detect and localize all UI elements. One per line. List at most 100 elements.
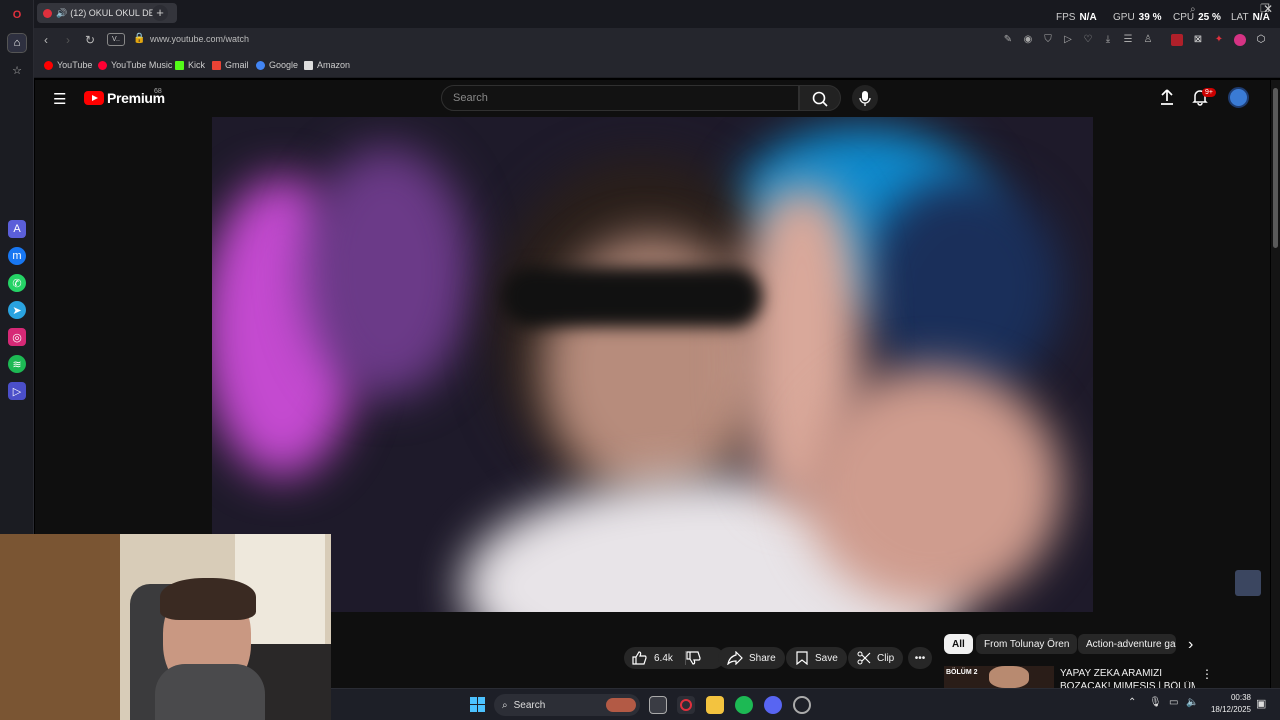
bookmark-youtube-music[interactable]: YouTube Music: [98, 60, 172, 70]
recommended-title-line2[interactable]: BOZACAK! MIMESIS | BÖLÜM 2: [1060, 681, 1195, 688]
download-icon[interactable]: ⤓: [1102, 34, 1114, 46]
chip-category[interactable]: Action-adventure ga: [1078, 634, 1176, 654]
youtube-premium-logo[interactable]: Premium 68: [84, 88, 165, 106]
recommended-title-line1[interactable]: YAPAY ZEKA ARAMIZI: [1060, 668, 1162, 679]
taskbar-search[interactable]: ⌕ Search: [494, 694, 640, 716]
bookmark-icon: [796, 651, 808, 665]
file-explorer-icon[interactable]: [706, 696, 724, 714]
tab-title: (12) OKUL OKUL DEĞİ: [70, 8, 165, 18]
microphone-icon: [859, 91, 871, 106]
whatsapp-icon[interactable]: ✆: [8, 274, 26, 292]
heart-icon[interactable]: ♡: [1082, 34, 1094, 46]
bookmark-gmail[interactable]: Gmail: [212, 60, 249, 70]
thumbnail-badge: BÖLÜM 2: [946, 669, 978, 676]
pinboard-icon[interactable]: ☆: [8, 61, 26, 79]
mic-tray-icon[interactable]: 🎙: [1149, 697, 1162, 708]
home-icon[interactable]: ⌂: [7, 33, 27, 53]
list-icon[interactable]: ☰: [1122, 34, 1134, 46]
chip-all[interactable]: All: [944, 634, 973, 654]
site-info-badge[interactable]: V..: [107, 33, 125, 46]
clip-label: Clip: [877, 652, 895, 664]
close-window-icon[interactable]: ✕: [1263, 2, 1273, 16]
taskbar-search-label: Search: [513, 699, 546, 711]
fps-stat: FPS N/A: [1056, 12, 1097, 23]
lock-icon[interactable]: 🔒: [133, 33, 145, 44]
clock-date[interactable]: 18/12/2025: [1199, 705, 1251, 714]
avatar[interactable]: [1228, 87, 1249, 108]
recommended-thumbnail[interactable]: BÖLÜM 2: [944, 666, 1054, 688]
new-tab-button[interactable]: +: [152, 5, 168, 21]
search-tabs-icon[interactable]: ⌕: [1190, 4, 1196, 15]
windows-start-icon[interactable]: [470, 697, 485, 712]
telegram-icon[interactable]: ➤: [8, 301, 26, 319]
forward-icon[interactable]: ›: [60, 32, 76, 48]
scrollbar-thumb[interactable]: [1273, 88, 1278, 248]
more-vert-icon[interactable]: ⋮: [1201, 667, 1213, 681]
discord-icon[interactable]: [764, 696, 782, 714]
youtube-icon: [44, 60, 53, 70]
notification-count-badge: 9+: [1202, 88, 1216, 97]
share-label: Share: [749, 652, 776, 664]
monitor-tray-icon[interactable]: ▭: [1169, 697, 1178, 708]
scissors-icon: [857, 651, 871, 665]
search-button[interactable]: [799, 85, 841, 111]
share-button[interactable]: Share: [718, 647, 785, 669]
profile-icon[interactable]: ♙: [1142, 34, 1154, 46]
search-icon: [812, 91, 828, 107]
video-player[interactable]: [212, 117, 1093, 612]
extensions-icon[interactable]: ⬡: [1255, 34, 1267, 46]
like-button[interactable]: 6.4k: [624, 647, 724, 669]
dislike-button[interactable]: [686, 651, 702, 670]
chevron-right-icon[interactable]: ›: [1188, 636, 1193, 654]
bookmark-kick[interactable]: Kick: [175, 60, 205, 70]
extension-4-icon[interactable]: [1234, 34, 1246, 46]
more-actions-button[interactable]: •••: [908, 647, 932, 669]
search-input[interactable]: Search: [441, 85, 799, 111]
voice-search-button[interactable]: [852, 85, 878, 111]
messenger-icon[interactable]: m: [8, 247, 26, 265]
extension-3-icon[interactable]: ✦: [1213, 34, 1225, 46]
settings-taskbar-icon[interactable]: [793, 696, 811, 714]
bookmark-amazon[interactable]: Amazon: [304, 60, 350, 70]
speaker-icon[interactable]: 🔊: [56, 8, 67, 19]
aria-icon[interactable]: A: [8, 220, 26, 238]
like-count: 6.4k: [654, 652, 673, 664]
youtube-favicon-icon: [43, 8, 52, 18]
url-field[interactable]: www.youtube.com/watch: [150, 34, 249, 44]
clip-button[interactable]: Clip: [848, 647, 904, 669]
extension-2-icon[interactable]: ⊠: [1192, 34, 1204, 46]
task-view-icon[interactable]: [649, 696, 667, 714]
address-bar-row: ‹ › ↻ V.. 🔒 www.youtube.com/watch ✎ ◉ ⛉ …: [34, 28, 1280, 52]
extension-1-icon[interactable]: [1171, 34, 1183, 46]
spotify-taskbar-icon[interactable]: [735, 696, 753, 714]
upload-button[interactable]: [1158, 88, 1176, 111]
gmail-icon: [212, 60, 221, 70]
player-icon[interactable]: ▷: [8, 382, 26, 400]
save-button[interactable]: Save: [786, 647, 847, 669]
back-icon[interactable]: ‹: [38, 32, 54, 48]
reload-icon[interactable]: ↻: [82, 32, 98, 48]
cpu-stat: CPU 25 %: [1173, 12, 1221, 23]
bookmarks-bar: YouTube YouTube Music Kick Gmail Google …: [34, 52, 1280, 78]
channel-watermark[interactable]: [1235, 570, 1261, 596]
play-icon[interactable]: ▷: [1062, 34, 1074, 46]
volume-tray-icon[interactable]: 🔈: [1186, 697, 1198, 708]
tab-bar: 🔊 (12) OKUL OKUL DEĞİ + FPS N/A GPU 39 % C…: [34, 0, 1280, 28]
save-label: Save: [815, 652, 838, 664]
opera-logo-icon[interactable]: O: [8, 6, 26, 24]
camera-icon[interactable]: ◉: [1022, 34, 1034, 46]
bookmark-google[interactable]: Google: [256, 60, 298, 70]
gpu-stat: GPU 39 %: [1113, 12, 1162, 23]
opera-taskbar-icon[interactable]: [677, 696, 695, 714]
page-scrollbar[interactable]: [1271, 80, 1280, 720]
bookmark-youtube[interactable]: YouTube: [44, 60, 92, 70]
shield-icon[interactable]: ⛉: [1042, 34, 1054, 46]
menu-icon[interactable]: ☰: [53, 90, 66, 108]
instagram-icon[interactable]: ◎: [8, 328, 26, 346]
clock-time[interactable]: 00:38: [1209, 693, 1251, 702]
spotify-icon[interactable]: ≋: [8, 355, 26, 373]
notification-center-icon[interactable]: ▣: [1256, 697, 1266, 710]
edit-icon[interactable]: ✎: [1002, 34, 1014, 46]
chip-from-channel[interactable]: From Tolunay Ören: [976, 634, 1078, 654]
tray-chevron-up-icon[interactable]: ⌃: [1128, 697, 1136, 708]
